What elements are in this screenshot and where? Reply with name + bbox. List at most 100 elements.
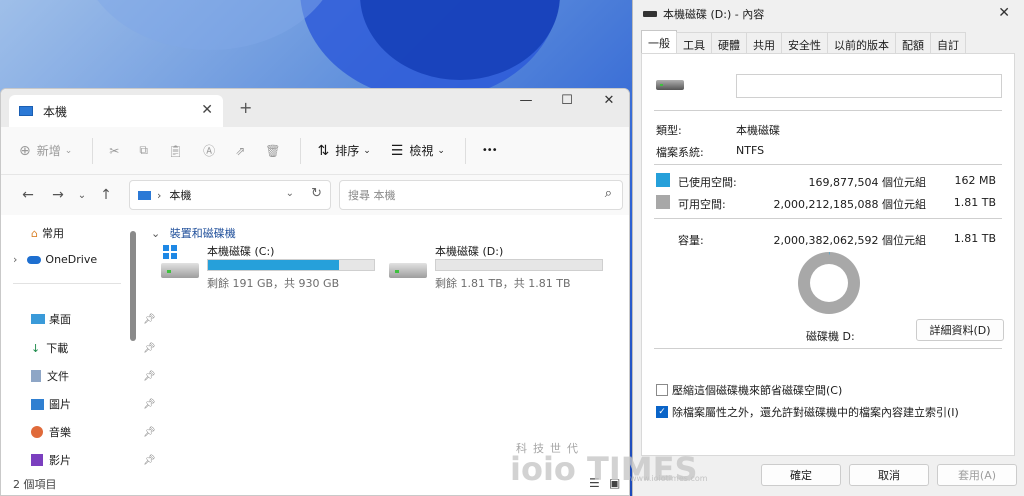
refresh-icon[interactable]: ↻ <box>311 186 322 201</box>
sidebar-scrollbar[interactable] <box>130 231 136 341</box>
drive-c[interactable]: 本機磁碟 (C:) 剩餘 191 GB，共 930 GB <box>161 243 381 293</box>
maximize-button[interactable]: ☐ <box>547 93 587 108</box>
tab-sharing[interactable]: 共用 <box>746 32 782 54</box>
used-space-swatch <box>656 173 670 187</box>
tab-general[interactable]: 一般 <box>641 30 677 54</box>
tab-security[interactable]: 安全性 <box>781 32 828 54</box>
sidebar-item-label: 下載 <box>46 342 69 355</box>
drive-usage-fill <box>208 260 340 270</box>
copy-button[interactable]: ⧉ <box>139 143 148 158</box>
toolbar-divider <box>92 137 94 164</box>
command-bar: ⊕ 新增 ⌄ ✂ ⧉ 📋︎ Ⓐ ⇗ 🗑︎ ⇅ 排序 ⌄ ☰ 檢視 ⌄ ••• <box>1 127 629 175</box>
view-button[interactable]: ☰ 檢視 ⌄ <box>391 142 445 159</box>
tab-quota[interactable]: 配額 <box>895 32 931 54</box>
forward-button[interactable]: → <box>43 187 73 203</box>
close-window-button[interactable]: ✕ <box>589 93 629 108</box>
picture-icon <box>31 398 44 410</box>
home-icon: ⌂ <box>31 226 38 240</box>
drive-d[interactable]: 本機磁碟 (D:) 剩餘 1.81 TB，共 1.81 TB <box>389 243 609 293</box>
address-bar[interactable]: › 本機 ⌄ ↻ <box>129 180 331 210</box>
chevron-right-icon: › <box>13 253 18 266</box>
cloud-icon <box>27 255 42 264</box>
tab-hardware[interactable]: 硬體 <box>711 32 747 54</box>
toolbar-divider <box>464 137 466 164</box>
sidebar-item-label: 影片 <box>49 454 71 467</box>
tab-tools[interactable]: 工具 <box>676 32 712 54</box>
breadcrumb[interactable]: 本機 <box>169 187 191 203</box>
search-icon: ⌕ <box>604 186 612 201</box>
cancel-button[interactable]: 取消 <box>849 464 929 486</box>
sidebar-item-desktop[interactable]: 桌面 📌︎ <box>31 311 156 327</box>
back-button[interactable]: ← <box>13 187 43 203</box>
plus-circle-icon: ⊕ <box>19 142 31 159</box>
status-bar: 2 個項目 ☰ ▣ <box>1 473 629 495</box>
sidebar-item-label: 文件 <box>47 370 69 383</box>
sidebar-item-label: 常用 <box>41 227 64 240</box>
capacity-size: 1.81 TB <box>953 232 996 245</box>
drive-label-input[interactable] <box>736 74 1002 98</box>
drive-usage-bar <box>435 259 603 271</box>
index-checkbox[interactable]: ✓ <box>656 406 668 418</box>
recent-locations-button[interactable]: ⌄ <box>73 190 91 201</box>
sidebar-item-onedrive[interactable]: › OneDrive <box>13 253 97 266</box>
used-space-size: 162 MB <box>954 174 996 187</box>
sort-button[interactable]: ⇅ 排序 ⌄ <box>317 142 370 159</box>
tab-previous-versions[interactable]: 以前的版本 <box>827 32 896 54</box>
tab-this-pc[interactable]: 本機 ✕ <box>9 95 223 127</box>
chevron-down-icon: ⌄ <box>363 145 371 156</box>
file-explorer-window: 本機 ✕ + — ☐ ✕ ⊕ 新增 ⌄ ✂ ⧉ 📋︎ Ⓐ ⇗ 🗑︎ ⇅ 排序 ⌄… <box>0 88 630 496</box>
title-bar: 本機 ✕ + — ☐ ✕ <box>1 89 629 127</box>
group-header[interactable]: ⌄ 裝置和磁碟機 <box>151 225 236 241</box>
free-space-size: 1.81 TB <box>953 196 996 209</box>
compress-drive-option[interactable]: 壓縮這個磁碟機來節省磁碟空間(C) <box>656 382 842 398</box>
details-button[interactable]: 詳細資料(D) <box>916 319 1004 341</box>
download-icon: ↓ <box>31 341 41 355</box>
sidebar-item-documents[interactable]: 文件 📌︎ <box>31 368 156 384</box>
group-header-label: 裝置和磁碟機 <box>169 227 236 240</box>
minimize-button[interactable]: — <box>506 93 546 108</box>
sidebar-item-music[interactable]: 音樂 📌︎ <box>31 424 156 440</box>
breadcrumb-separator: › <box>157 188 162 202</box>
compress-checkbox[interactable] <box>656 384 668 396</box>
paste-button[interactable]: 📋︎ <box>168 144 183 158</box>
desktop-icon <box>31 314 45 324</box>
sidebar-item-home[interactable]: ⌂ 常用 <box>31 225 64 241</box>
sidebar-item-downloads[interactable]: ↓ 下載 📌︎ <box>31 340 156 356</box>
toolbar-divider <box>300 137 302 164</box>
close-tab-button[interactable]: ✕ <box>201 102 213 118</box>
details-view-icon[interactable]: ☰ <box>589 476 600 490</box>
tab-customize[interactable]: 自訂 <box>930 32 966 54</box>
clipboard-icon: 📋︎ <box>167 143 184 158</box>
sidebar-item-pictures[interactable]: 圖片 📌︎ <box>31 396 156 412</box>
chevron-down-icon: ⌄ <box>64 145 73 156</box>
file-system-label: 檔案系統: <box>656 146 704 159</box>
delete-button[interactable]: 🗑︎ <box>265 144 280 158</box>
computer-icon <box>138 190 151 200</box>
sidebar-item-label: 音樂 <box>49 426 71 439</box>
share-button[interactable]: ⇗ <box>235 144 245 158</box>
new-tab-button[interactable]: + <box>239 98 252 117</box>
new-button[interactable]: ⊕ 新增 ⌄ <box>19 142 72 159</box>
document-icon <box>31 370 41 382</box>
chevron-down-icon[interactable]: ⌄ <box>286 188 294 199</box>
close-dialog-button[interactable]: ✕ <box>998 5 1010 21</box>
free-space-bytes: 2,000,212,185,088 個位元組 <box>773 198 926 211</box>
tab-label: 本機 <box>43 104 68 119</box>
drive-free-space: 剩餘 191 GB，共 930 GB <box>207 277 340 290</box>
large-icons-view-icon[interactable]: ▣ <box>609 476 620 490</box>
hard-drive-icon <box>389 263 427 278</box>
up-button[interactable]: ↑ <box>91 187 121 203</box>
index-content-option[interactable]: ✓ 除檔案屬性之外，還允許對磁碟機中的檔案內容建立索引(I) <box>656 404 959 420</box>
donut-hole <box>810 264 848 302</box>
apply-button[interactable]: 套用(A) <box>937 464 1017 486</box>
drive-name: 本機磁碟 (C:) <box>207 245 275 258</box>
ok-button[interactable]: 確定 <box>761 464 841 486</box>
hard-drive-icon <box>161 263 199 278</box>
cut-button[interactable]: ✂ <box>109 144 119 158</box>
sidebar-item-videos[interactable]: 影片 📌︎ <box>31 452 156 468</box>
more-options-button[interactable]: ••• <box>482 145 498 156</box>
rename-button[interactable]: Ⓐ <box>203 142 215 159</box>
scissors-icon: ✂ <box>109 143 120 158</box>
search-input[interactable]: 搜尋 本機 ⌕ <box>339 180 623 210</box>
drive-name: 本機磁碟 (D:) <box>435 245 504 258</box>
